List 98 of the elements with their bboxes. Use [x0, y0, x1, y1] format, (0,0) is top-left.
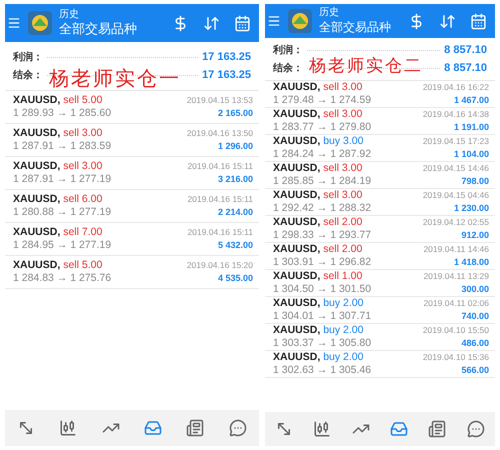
trade-prices: 1 289.93 → 1 285.60	[13, 107, 112, 120]
trade-time: 2019.04.11 14:46	[423, 243, 489, 256]
menu-icon[interactable]	[267, 14, 281, 28]
trade-time: 2019.04.10 15:50	[422, 324, 489, 337]
screen-title: 历史	[59, 9, 80, 21]
trade-profit: 4 535.00	[216, 272, 253, 285]
trade-time: 2019.04.15 14:46	[422, 162, 489, 175]
sort-icon[interactable]	[439, 12, 456, 30]
calendar-icon[interactable]	[470, 12, 487, 30]
trade-time: 2019.04.15 17:23	[422, 135, 489, 148]
trade-prices: 1 287.91 → 1 283.59	[13, 140, 112, 153]
trade-time: 2019.04.15 13:53	[186, 94, 253, 107]
trade-prices: 1 292.42 → 1 288.32	[273, 202, 372, 215]
trade-title: XAUUSD, sell 2.00	[273, 216, 364, 229]
chat-icon[interactable]	[466, 420, 485, 438]
trade-title: XAUUSD, buy 2.00	[273, 351, 364, 364]
trade-prices: 1 284.83 → 1 275.76	[13, 272, 112, 285]
candlestick-icon[interactable]	[59, 419, 78, 437]
trade-title: XAUUSD, sell 6.00	[13, 193, 104, 206]
trade-prices: 1 283.77 → 1 279.80	[273, 121, 372, 134]
screen-title: 历史	[319, 7, 340, 19]
trade-profit: 912.00	[460, 229, 489, 242]
sort-icon[interactable]	[203, 14, 220, 32]
inbox-icon[interactable]	[390, 420, 408, 438]
summary-label: 利润：	[273, 43, 303, 57]
summary-value: 17 163.25	[202, 51, 251, 63]
symbol-filter[interactable]: 全部交易品种	[59, 21, 158, 37]
newspaper-icon[interactable]	[186, 419, 204, 437]
trade-profit: 486.00	[460, 337, 489, 350]
logo-icon	[287, 8, 313, 34]
inbox-icon[interactable]	[144, 419, 162, 437]
trade-time: 2019.04.16 16:22	[422, 81, 489, 94]
trade-time: 2019.04.12 02:55	[422, 216, 489, 229]
trade-title: XAUUSD, sell 3.00	[273, 81, 364, 94]
summary-label: 利润：	[13, 50, 43, 64]
trade-time: 2019.04.16 15:11	[187, 160, 253, 173]
logo-icon	[27, 10, 53, 36]
trade-profit: 1 191.00	[452, 121, 489, 134]
trade-title: XAUUSD, buy 2.00	[273, 297, 364, 310]
summary-value: 8 857.10	[444, 44, 487, 56]
summary-label: 结余：	[13, 68, 43, 82]
trade-prices: 1 280.88 → 1 277.19	[13, 206, 112, 219]
trade-profit: 1 230.00	[452, 202, 489, 215]
trade-title: XAUUSD, sell 5.00	[13, 259, 104, 272]
trade-time: 2019.04.11 13:29	[423, 270, 489, 283]
trade-prices: 1 284.24 → 1 287.92	[273, 148, 372, 161]
trade-profit: 1 467.00	[452, 94, 489, 107]
summary-value: 8 857.10	[444, 62, 487, 74]
trade-time: 2019.04.11 02:06	[423, 297, 489, 310]
handwritten-note: 杨老师实仓一	[49, 68, 181, 88]
trade-title: XAUUSD, sell 1.00	[273, 270, 364, 283]
trade-profit: 566.00	[460, 364, 489, 377]
trade-time: 2019.04.16 15:11	[187, 193, 253, 206]
summary-value: 17 163.25	[202, 69, 251, 81]
trade-prices: 1 298.33 → 1 293.77	[273, 229, 372, 242]
trade-prices: 1 284.95 → 1 277.19	[13, 239, 112, 252]
trade-profit: 1 296.00	[216, 140, 253, 153]
trade-title: XAUUSD, sell 5.00	[13, 94, 104, 107]
trade-prices: 1 303.37 → 1 305.80	[273, 337, 372, 350]
trade-time: 2019.04.16 15:20	[186, 259, 253, 272]
menu-icon[interactable]	[7, 16, 21, 30]
trade-profit: 740.00	[460, 310, 489, 323]
trade-title: XAUUSD, sell 3.00	[13, 127, 104, 140]
trade-title: XAUUSD, buy 2.00	[273, 324, 364, 337]
trade-prices: 1 302.63 → 1 305.46	[273, 364, 372, 377]
trade-profit: 3 216.00	[216, 173, 253, 186]
trade-prices: 1 304.50 → 1 301.50	[273, 283, 372, 296]
trade-prices: 1 303.91 → 1 296.82	[273, 256, 372, 269]
trade-time: 2019.04.10 15:36	[422, 351, 489, 364]
symbol-filter[interactable]: 全部交易品种	[319, 19, 394, 35]
trade-title: XAUUSD, sell 3.00	[273, 108, 364, 121]
trade-profit: 798.00	[460, 175, 489, 188]
trade-profit: 5 432.00	[216, 239, 253, 252]
newspaper-icon[interactable]	[428, 420, 446, 438]
trade-time: 2019.04.15 04:46	[422, 189, 489, 202]
calendar-icon[interactable]	[234, 14, 251, 32]
candlestick-icon[interactable]	[313, 420, 332, 438]
trade-profit: 300.00	[460, 283, 489, 296]
chat-icon[interactable]	[228, 419, 247, 437]
trade-title: XAUUSD, buy 3.00	[273, 135, 364, 148]
handwritten-note: 杨老师实仓二	[309, 58, 423, 75]
trade-prices: 1 287.91 → 1 277.19	[13, 173, 112, 186]
trade-title: XAUUSD, sell 3.00	[13, 160, 104, 173]
trade-profit: 1 104.00	[452, 148, 489, 161]
summary-label: 结余：	[273, 62, 303, 75]
trade-profit: 1 418.00	[452, 256, 489, 269]
trade-time: 2019.04.16 15:11	[187, 226, 253, 239]
trade-prices: 1 279.48 → 1 274.59	[273, 94, 372, 107]
trade-title: XAUUSD, sell 3.00	[273, 189, 364, 202]
trade-title: XAUUSD, sell 7.00	[13, 226, 104, 239]
trade-time: 2019.04.16 14:38	[422, 108, 489, 121]
trade-title: XAUUSD, sell 2.00	[273, 243, 364, 256]
trade-prices: 1 285.85 → 1 284.19	[273, 175, 372, 188]
trade-title: XAUUSD, sell 3.00	[273, 162, 364, 175]
trade-time: 2019.04.16 13:50	[186, 127, 253, 140]
trade-profit: 2 165.00	[216, 107, 253, 120]
trade-profit: 2 214.00	[216, 206, 253, 219]
trade-prices: 1 304.01 → 1 307.71	[273, 310, 372, 323]
